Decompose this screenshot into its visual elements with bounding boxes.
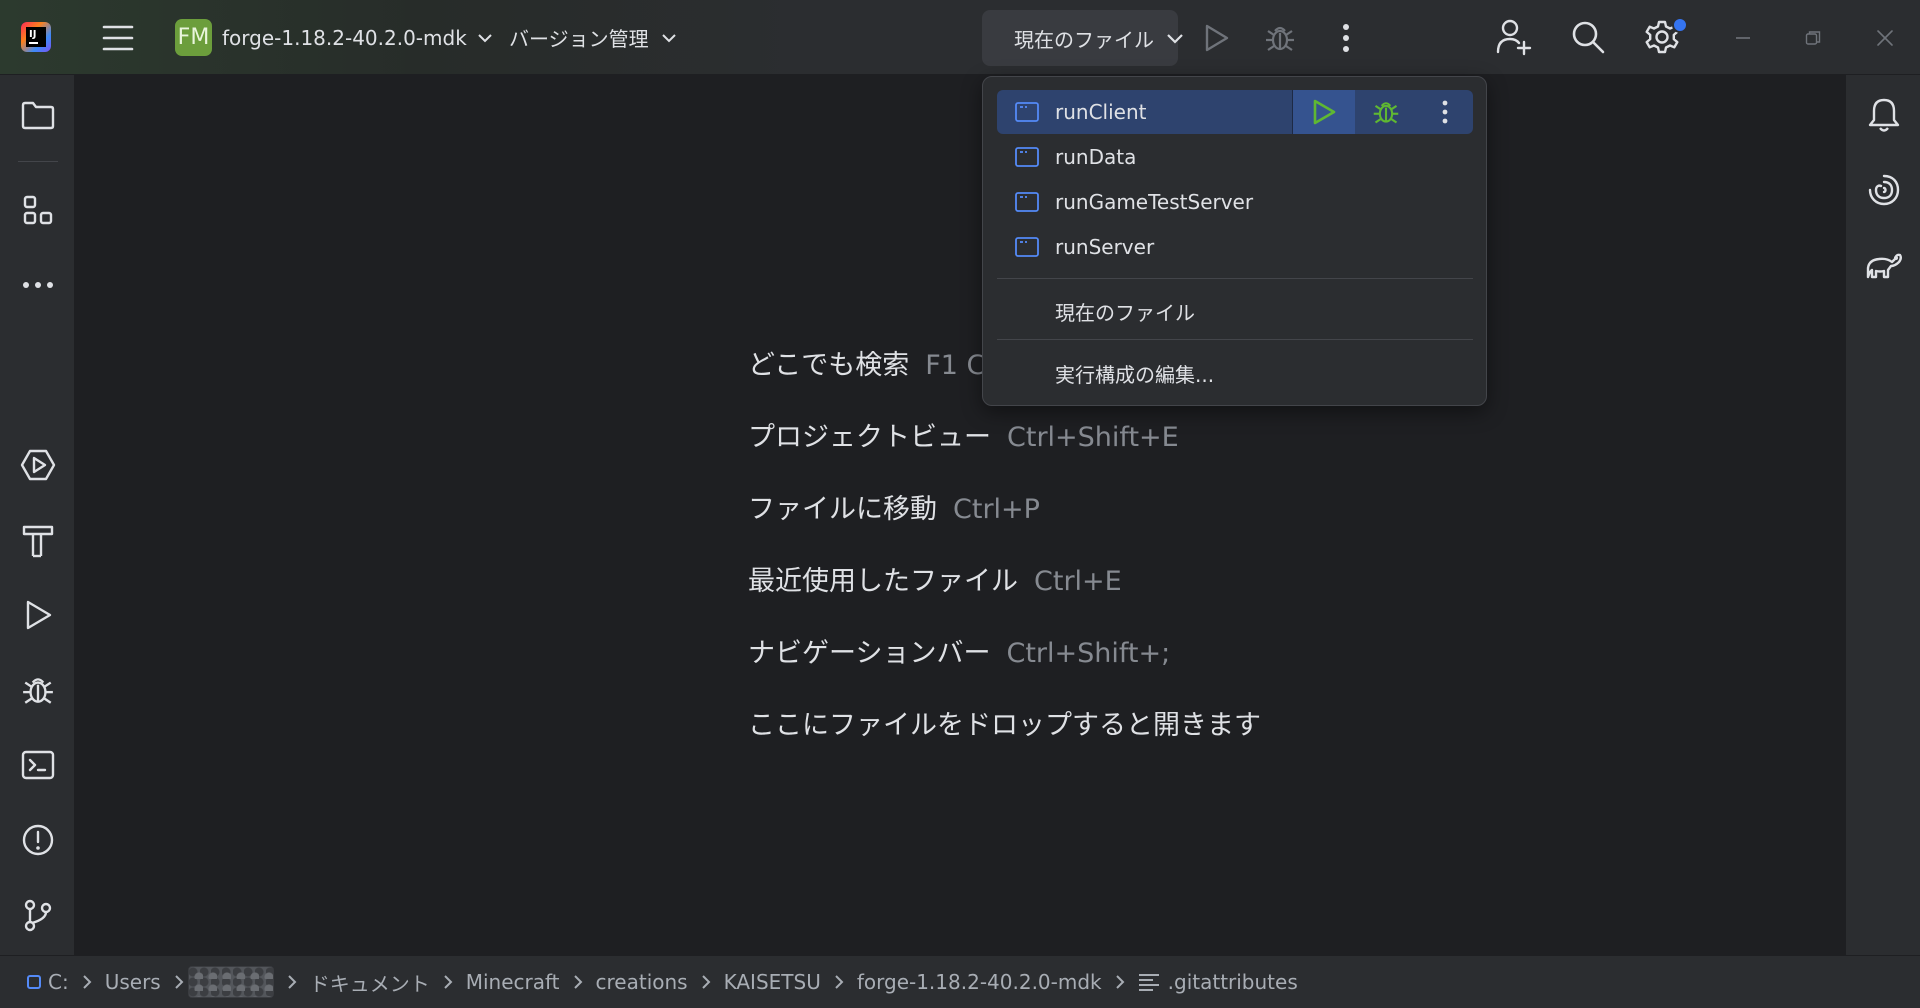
config-item-rungametestserver[interactable]: runGameTestServer [997, 180, 1473, 224]
stripe-separator [18, 161, 58, 162]
folder-icon[interactable] [18, 95, 58, 135]
vcs-menu[interactable]: バージョン管理 [509, 0, 677, 75]
services-icon[interactable] [18, 445, 58, 485]
chevron-down-icon [661, 33, 677, 43]
breadcrumb-kaisetsu[interactable]: KAISETSU [724, 970, 821, 994]
hint-drop-files: ここにファイルをドロップすると開きます [748, 710, 1261, 741]
hint-project-view: プロジェクトビュー Ctrl+Shift+E [748, 422, 1179, 453]
application-config-icon [1015, 237, 1039, 257]
application-config-icon [1015, 147, 1039, 167]
structure-icon[interactable] [18, 190, 58, 230]
problems-icon[interactable] [18, 820, 58, 860]
run-config-selector[interactable]: 現在のファイル [982, 10, 1183, 66]
config-item-runclient[interactable]: runClient [997, 90, 1473, 134]
debug-config-icon[interactable] [1355, 90, 1417, 134]
more-icon[interactable] [18, 265, 58, 305]
chevron-down-icon [477, 33, 493, 43]
terminal-icon[interactable] [18, 745, 58, 785]
minimize-icon[interactable] [1728, 18, 1758, 58]
chevron-right-icon [287, 974, 297, 990]
restore-window-icon[interactable] [1798, 18, 1828, 58]
gradle-icon[interactable] [1864, 245, 1904, 285]
breadcrumb-drive[interactable]: C: [26, 970, 69, 994]
hint-navigation-bar: ナビゲーションバー Ctrl+Shift+; [748, 638, 1171, 669]
breadcrumb-creations[interactable]: creations [596, 970, 688, 994]
git-icon[interactable] [18, 895, 58, 935]
right-tool-window-bar [1845, 75, 1920, 955]
close-window-icon[interactable] [1870, 18, 1900, 58]
run-button-icon[interactable] [1198, 18, 1234, 58]
chevron-right-icon [834, 974, 844, 990]
application-config-icon [1015, 102, 1039, 122]
ai-assistant-icon[interactable] [1864, 170, 1904, 210]
project-badge: FM [175, 19, 212, 56]
debug-button-icon[interactable] [1262, 18, 1298, 58]
chevron-right-icon [82, 974, 92, 990]
module-icon [27, 975, 41, 989]
run-icon[interactable] [18, 595, 58, 635]
breadcrumb-file[interactable]: .gitattributes [1138, 970, 1298, 994]
search-icon[interactable] [1568, 16, 1608, 58]
breadcrumb-users[interactable]: Users [105, 970, 161, 994]
update-badge-icon [1672, 17, 1688, 33]
config-more-icon[interactable] [1417, 90, 1473, 134]
popup-separator [997, 339, 1473, 340]
chevron-right-icon [174, 974, 184, 990]
vcs-label: バージョン管理 [509, 27, 649, 51]
breadcrumb-documents[interactable]: ドキュメント [310, 968, 430, 997]
run-config-label: 現在のファイル [1014, 27, 1154, 52]
hint-go-to-file: ファイルに移動 Ctrl+P [748, 494, 1040, 525]
breadcrumb-project[interactable]: forge-1.18.2-40.2.0-mdk [857, 970, 1102, 994]
chevron-right-icon [443, 974, 453, 990]
title-bar: IJ FM forge-1.18.2-40.2.0-mdk バージョン管理 現在… [0, 0, 1920, 75]
popup-separator [997, 278, 1473, 279]
intellij-logo-icon[interactable]: IJ [21, 22, 51, 52]
config-item-rundata[interactable]: runData [997, 135, 1473, 179]
project-selector[interactable]: FM forge-1.18.2-40.2.0-mdk [175, 0, 493, 75]
chevron-down-icon [1166, 33, 1184, 44]
chevron-right-icon [701, 974, 711, 990]
hint-search-everywhere: どこでも検索 F1 Ct [748, 350, 996, 381]
code-with-me-icon[interactable] [1494, 16, 1534, 58]
breadcrumb-minecraft[interactable]: Minecraft [466, 970, 560, 994]
chevron-right-icon [1115, 974, 1125, 990]
main-menu-icon[interactable] [100, 20, 136, 56]
application-config-icon [1015, 192, 1039, 212]
edit-configurations-item[interactable]: 実行構成の編集... [1055, 359, 1214, 388]
more-actions-icon[interactable] [1328, 18, 1364, 58]
run-config-popup: runClient runData runGameTestServer runS… [982, 76, 1487, 406]
chevron-right-icon [573, 974, 583, 990]
notifications-icon[interactable] [1864, 95, 1904, 135]
left-tool-window-bar [0, 75, 75, 955]
current-file-item[interactable]: 現在のファイル [1055, 297, 1195, 326]
redacted-username-image [187, 966, 274, 998]
debug-icon[interactable] [18, 670, 58, 710]
build-icon[interactable] [18, 520, 58, 560]
project-name: forge-1.18.2-40.2.0-mdk [222, 25, 467, 50]
hint-recent-files: 最近使用したファイル Ctrl+E [748, 566, 1122, 597]
config-item-runserver[interactable]: runServer [997, 225, 1473, 269]
run-config-play-icon[interactable] [1292, 90, 1355, 134]
status-bar-breadcrumb: C: Users ドキュメント Minecraft creations KAIS… [0, 955, 1920, 1008]
text-file-icon [1138, 974, 1159, 991]
